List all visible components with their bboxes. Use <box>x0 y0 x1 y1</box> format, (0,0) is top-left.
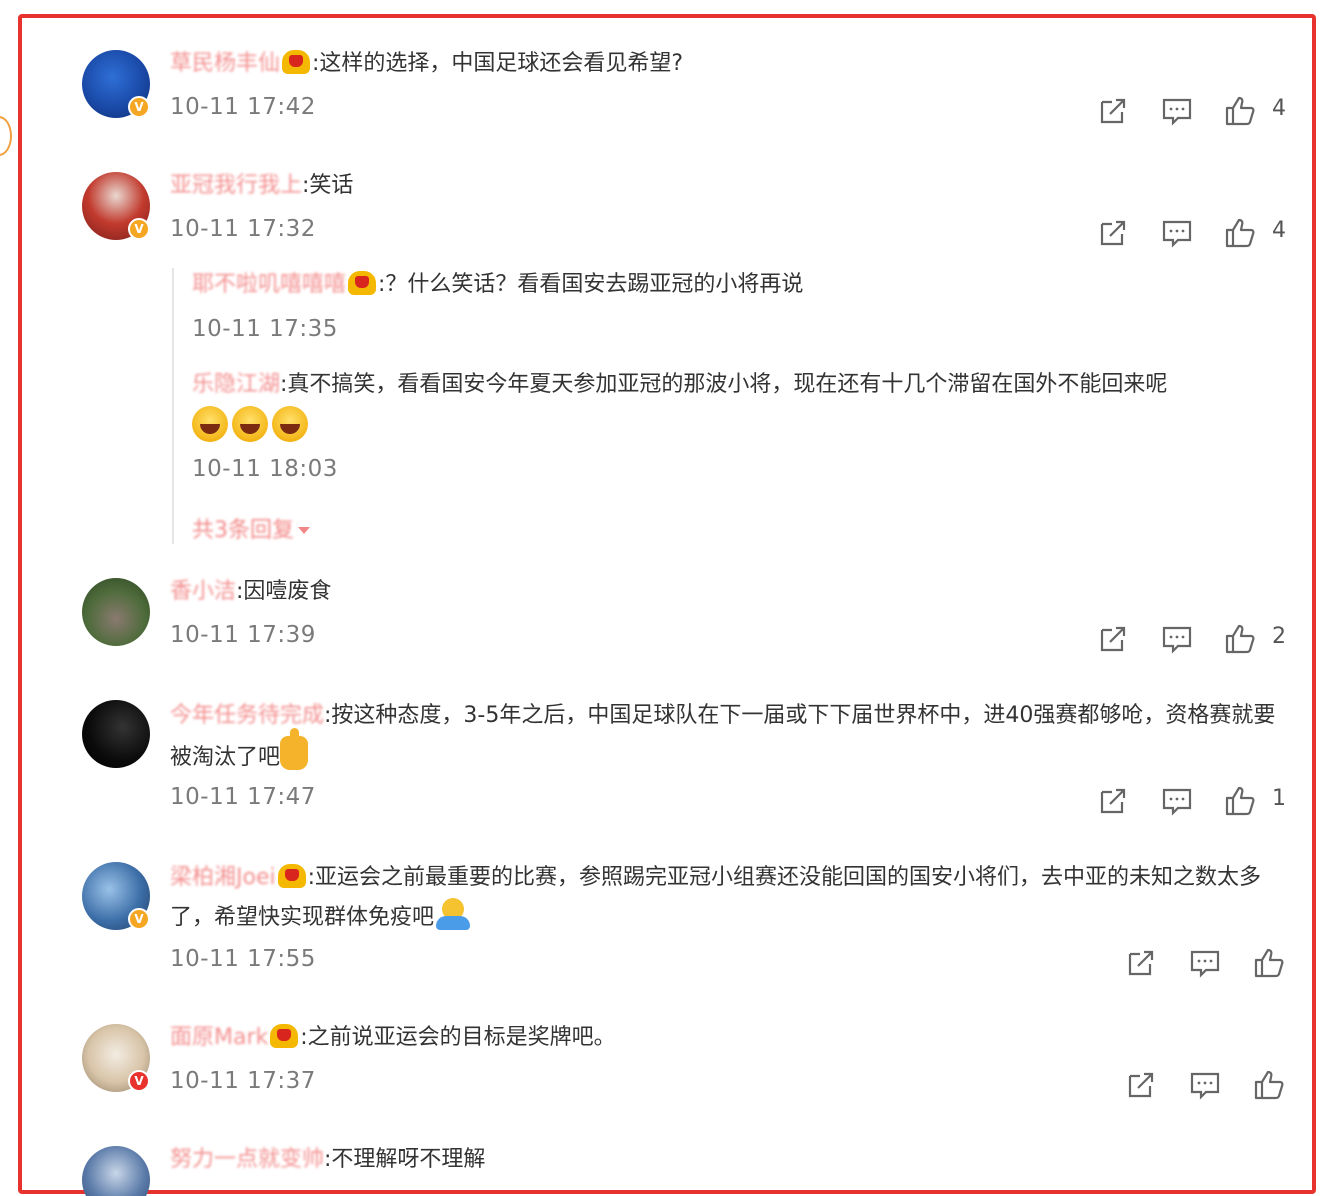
share-icon[interactable] <box>1096 622 1130 656</box>
reply-thread: 耶不啦叽嘻嘻嘻:？什么笑话？看看国安去踢亚冠的小将再说 10-11 17:35 … <box>172 268 1282 544</box>
comment-time: 10-11 17:37 <box>170 1068 316 1094</box>
shrug-emoji-icon <box>434 898 472 930</box>
comment-username[interactable]: 努力一点就变帅 <box>170 1147 324 1172</box>
avatar[interactable] <box>82 700 150 768</box>
comment-actions: 4 <box>1096 94 1296 128</box>
reply-username[interactable]: 乐隐江湖 <box>192 372 280 397</box>
comment-time: 10-11 17:47 <box>170 784 316 810</box>
like-count: 2 <box>1272 624 1286 649</box>
comment-icon[interactable] <box>1160 216 1194 250</box>
like-icon[interactable] <box>1223 784 1257 818</box>
like-icon[interactable] <box>1223 94 1257 128</box>
comment-time: 10-11 17:32 <box>170 216 316 242</box>
like-icon[interactable] <box>1223 216 1257 250</box>
vip-crown-icon <box>282 50 311 74</box>
like-count: 1 <box>1272 786 1286 811</box>
laughing-emoji-icon <box>192 406 228 442</box>
laughing-emoji-icon <box>272 406 308 442</box>
comment-icon[interactable] <box>1160 784 1194 818</box>
reply-time: 10-11 17:35 <box>192 316 338 342</box>
comment-text: :亚运会之前最重要的比赛，参照踢完亚冠小组赛还没能回国的国安小将们，去中亚的未知… <box>170 865 1262 930</box>
vip-crown-icon <box>277 864 306 888</box>
comment-icon[interactable] <box>1188 1068 1222 1102</box>
caret-down-icon <box>298 527 310 534</box>
comment-time: 10-11 17:42 <box>170 94 316 120</box>
reply-time: 10-11 18:03 <box>192 456 338 482</box>
like-count: 4 <box>1272 218 1286 243</box>
reply-item: 乐隐江湖:真不搞笑，看看国安今年夏天参加亚冠的那波小将，现在还有十几个滞留在国外… <box>192 370 1167 400</box>
comment-text: :因噎废食 <box>236 579 332 604</box>
like-icon[interactable] <box>1223 622 1257 656</box>
share-icon[interactable] <box>1096 784 1130 818</box>
like-icon[interactable] <box>1252 946 1286 980</box>
comment-actions: 1 <box>1096 784 1296 818</box>
comment-icon[interactable] <box>1160 622 1194 656</box>
share-icon[interactable] <box>1096 94 1130 128</box>
vip-crown-icon <box>348 271 377 295</box>
verified-badge-icon: V <box>128 218 150 240</box>
comment-username[interactable]: 梁柏湘Joei <box>170 865 276 890</box>
comment-actions: 4 <box>1096 216 1296 250</box>
reply-username[interactable]: 耶不啦叽嘻嘻嘻 <box>192 272 346 297</box>
comment-actions <box>1124 1068 1294 1102</box>
more-replies-link[interactable]: 共3条回复 <box>192 512 310 544</box>
comment-actions: 2 <box>1096 622 1296 656</box>
comment-username[interactable]: 亚冠我行我上 <box>170 173 302 198</box>
comment-time: 10-11 17:39 <box>170 622 316 648</box>
reply-text: :？什么笑话？看看国安去踢亚冠的小将再说 <box>378 272 804 297</box>
avatar[interactable] <box>82 578 150 646</box>
comment-text: :这样的选择，中国足球还会看见希望? <box>312 51 684 76</box>
verified-badge-icon: V <box>128 1070 150 1092</box>
laughing-emoji-icon <box>232 406 268 442</box>
comment-icon[interactable] <box>1188 946 1222 980</box>
comment-username[interactable]: 草民杨丰仙 <box>170 51 280 76</box>
comment-text: :不理解呀不理解 <box>324 1147 486 1172</box>
comment-username[interactable]: 今年任务待完成 <box>170 703 324 728</box>
vip-crown-icon <box>270 1024 299 1048</box>
verified-badge-icon: V <box>128 908 150 930</box>
like-icon[interactable] <box>1252 1068 1286 1102</box>
share-icon[interactable] <box>1096 216 1130 250</box>
share-icon[interactable] <box>1124 1068 1158 1102</box>
comment-username[interactable]: 面原Mark <box>170 1025 268 1050</box>
edge-ring-decoration <box>0 116 12 156</box>
comment-actions <box>1124 946 1294 980</box>
comment-time: 10-11 17:55 <box>170 946 316 972</box>
comment-text: :笑话 <box>302 173 354 198</box>
comment-text: :按这种态度，3-5年之后，中国足球队在下一届或下下届世界杯中，进40强赛都够呛… <box>170 703 1276 770</box>
comment-icon[interactable] <box>1160 94 1194 128</box>
emoji-group <box>192 406 312 446</box>
comment-text: :之前说亚运会的目标是奖牌吧。 <box>300 1025 616 1050</box>
thumbs-up-emoji-icon <box>280 728 309 770</box>
reply-text: :真不搞笑，看看国安今年夏天参加亚冠的那波小将，现在还有十几个滞留在国外不能回来… <box>280 372 1168 397</box>
verified-badge-icon: V <box>128 96 150 118</box>
share-icon[interactable] <box>1124 946 1158 980</box>
like-count: 4 <box>1272 96 1286 121</box>
reply-item: 耶不啦叽嘻嘻嘻 :？什么笑话？看看国安去踢亚冠的小将再说 <box>192 270 803 300</box>
comment-username[interactable]: 香小洁 <box>170 579 236 604</box>
